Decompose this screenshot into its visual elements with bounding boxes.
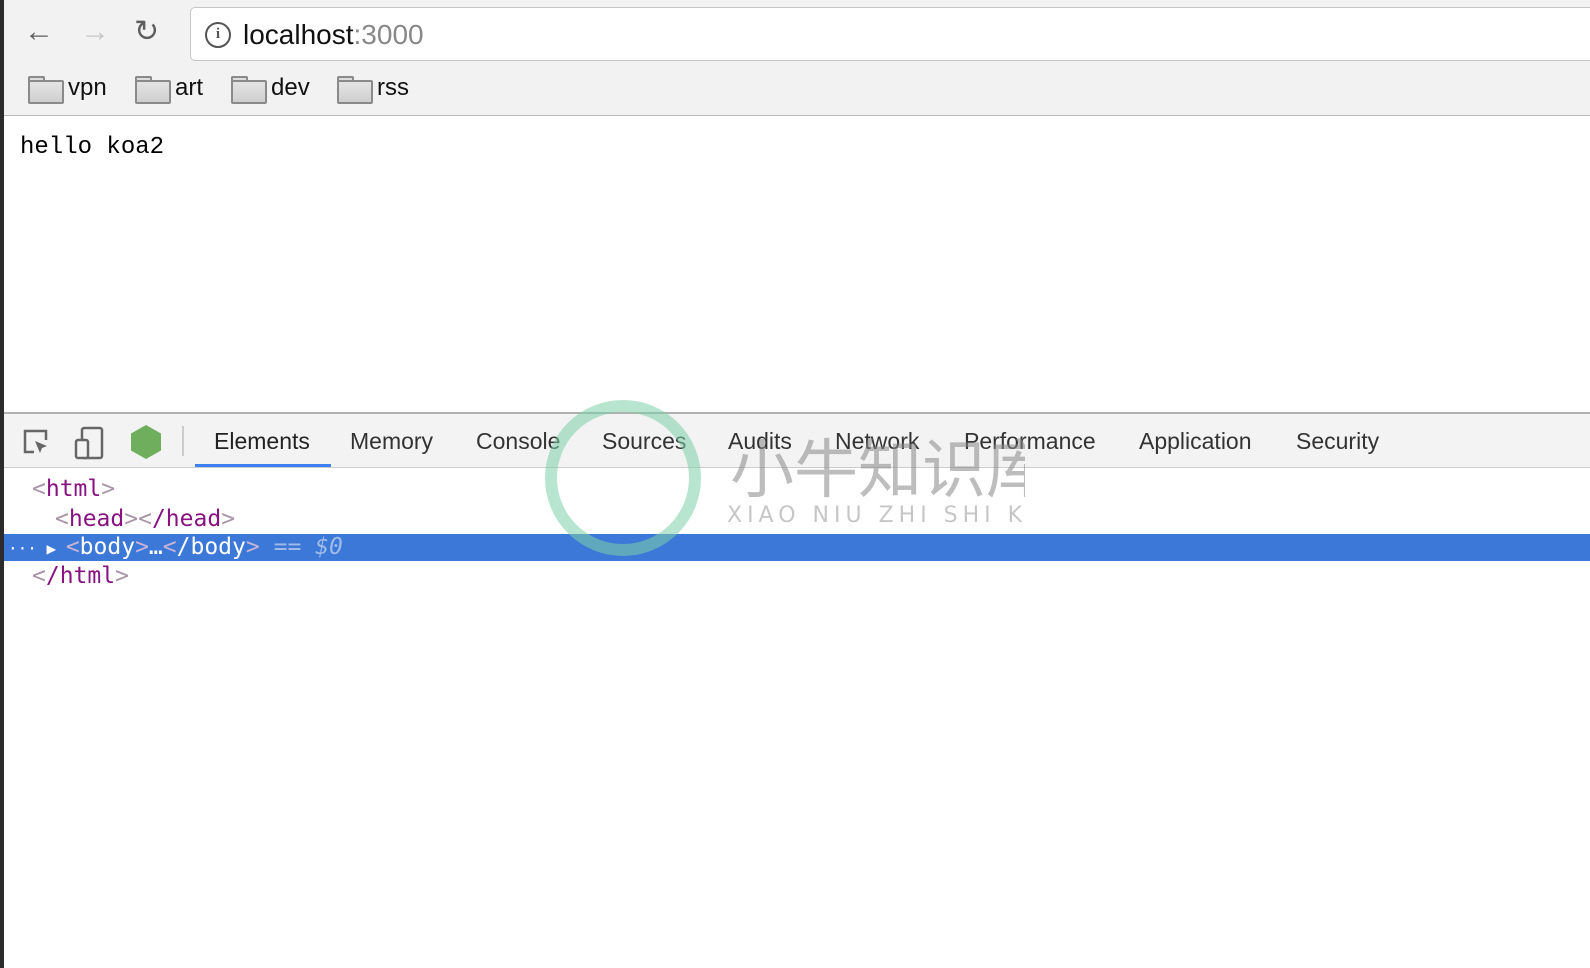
- url-host: localhost: [243, 19, 354, 50]
- tab-security[interactable]: Security: [1296, 428, 1379, 455]
- bookmark-art[interactable]: art: [135, 74, 204, 104]
- folder-icon: [231, 76, 267, 104]
- device-toolbar-icon[interactable]: [74, 426, 106, 460]
- back-button[interactable]: ←: [24, 17, 54, 47]
- tab-audits[interactable]: Audits: [728, 428, 792, 455]
- page-content: hello koa2: [20, 134, 165, 161]
- node-icon[interactable]: [130, 424, 162, 460]
- folder-icon: [337, 76, 373, 104]
- reload-button[interactable]: ↻: [134, 17, 159, 47]
- tab-console[interactable]: Console: [476, 428, 560, 455]
- folder-icon: [135, 76, 171, 104]
- info-icon[interactable]: i: [205, 22, 231, 48]
- bookmark-label: art: [175, 74, 204, 101]
- dom-node-body-selected[interactable]: ··· ▶ <body>…</body> == $0: [4, 534, 1590, 561]
- dom-node-head[interactable]: <head></head>: [4, 504, 1590, 534]
- tab-network[interactable]: Network: [835, 428, 919, 455]
- dom-node-html-close[interactable]: </html>: [4, 561, 1590, 591]
- forward-button[interactable]: →: [80, 17, 110, 47]
- bookmark-label: rss: [377, 74, 409, 101]
- devtools-panel: Elements Memory Console Sources Audits N…: [4, 412, 1590, 968]
- dom-tree: <html> <head></head> ··· ▶ <body>…</body…: [4, 468, 1590, 591]
- dom-node-html[interactable]: <html>: [4, 474, 1590, 504]
- tab-application[interactable]: Application: [1139, 428, 1252, 455]
- bookmark-label: vpn: [68, 74, 107, 101]
- inspect-element-icon[interactable]: [22, 428, 52, 458]
- active-tab-indicator: [195, 464, 331, 467]
- tab-memory[interactable]: Memory: [350, 428, 433, 455]
- tab-elements[interactable]: Elements: [214, 428, 310, 455]
- divider: [182, 426, 184, 456]
- bookmark-label: dev: [271, 74, 310, 101]
- bookmark-vpn[interactable]: vpn: [28, 74, 107, 104]
- bookmark-dev[interactable]: dev: [231, 74, 310, 104]
- url-text: localhost:3000: [243, 19, 424, 51]
- bookmark-rss[interactable]: rss: [337, 74, 409, 104]
- tab-performance[interactable]: Performance: [964, 428, 1096, 455]
- url-port: :3000: [353, 19, 424, 50]
- browser-toolbar: ← → ↻ i localhost:3000 vpn art dev rss: [4, 0, 1590, 116]
- tab-sources[interactable]: Sources: [602, 428, 686, 455]
- address-bar[interactable]: i localhost:3000: [190, 7, 1590, 61]
- more-icon[interactable]: ···: [4, 539, 37, 558]
- devtools-tabbar: Elements Memory Console Sources Audits N…: [4, 414, 1590, 468]
- folder-icon: [28, 76, 64, 104]
- expand-triangle-icon[interactable]: ▶: [37, 539, 66, 558]
